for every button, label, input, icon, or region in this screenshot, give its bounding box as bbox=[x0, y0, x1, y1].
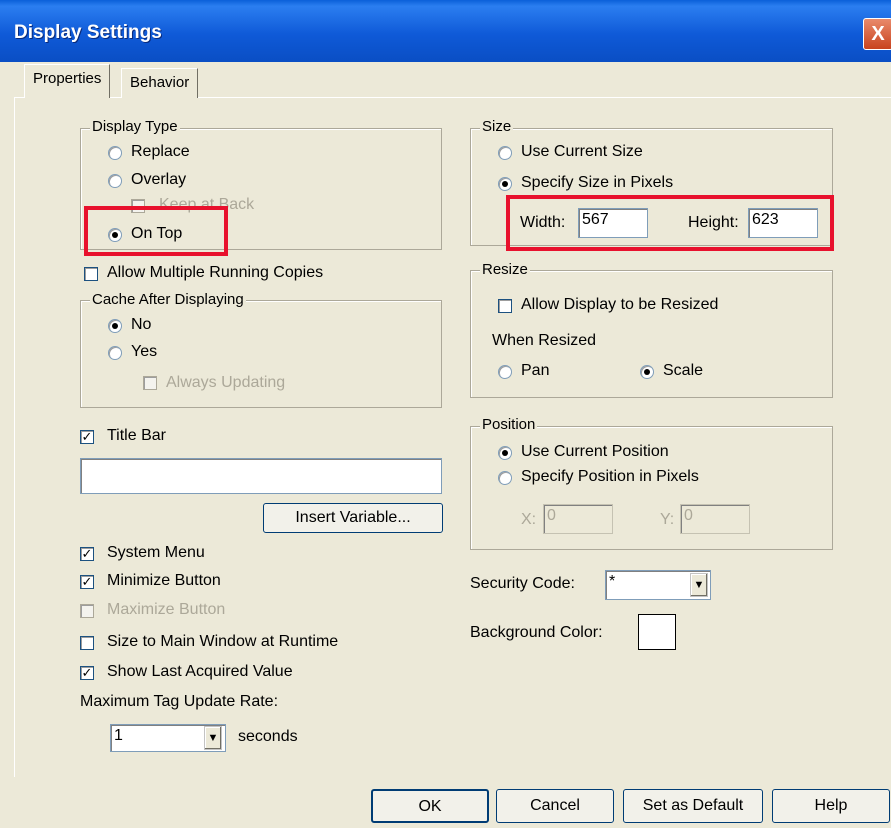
cache-no-label: No bbox=[131, 316, 152, 333]
size-to-main-checkbox[interactable] bbox=[80, 636, 94, 650]
close-button[interactable]: X bbox=[863, 18, 891, 50]
title-bar-checkbox[interactable]: ✓ bbox=[80, 430, 94, 444]
cancel-button[interactable]: Cancel bbox=[496, 789, 614, 823]
ok-button[interactable]: OK bbox=[371, 789, 489, 823]
security-code-value: * bbox=[609, 573, 616, 590]
x-label: X: bbox=[521, 511, 537, 528]
system-menu-label: System Menu bbox=[107, 544, 205, 561]
use-current-size-radio[interactable] bbox=[498, 146, 512, 160]
scale-label: Scale bbox=[663, 362, 704, 379]
cache-yes-label: Yes bbox=[131, 343, 158, 360]
minimize-button-checkbox[interactable]: ✓ bbox=[80, 575, 94, 589]
title-bar-label: Title Bar bbox=[107, 427, 166, 444]
highlight-size bbox=[506, 195, 834, 251]
allow-multiple-label: Allow Multiple Running Copies bbox=[107, 264, 324, 281]
scale-radio[interactable] bbox=[640, 365, 654, 379]
allow-multiple-checkbox[interactable] bbox=[84, 267, 98, 281]
specify-position-radio[interactable] bbox=[498, 471, 512, 485]
use-current-position-label: Use Current Position bbox=[521, 443, 669, 460]
allow-resize-label: Allow Display to be Resized bbox=[521, 296, 719, 313]
position-legend: Position bbox=[480, 416, 538, 433]
help-button[interactable]: Help bbox=[772, 789, 890, 823]
specify-size-radio[interactable] bbox=[498, 177, 512, 191]
size-legend: Size bbox=[480, 118, 514, 135]
cache-no-radio[interactable] bbox=[108, 319, 122, 333]
close-icon: X bbox=[871, 23, 885, 45]
minimize-button-label: Minimize Button bbox=[107, 572, 221, 589]
tab-behavior[interactable]: Behavior bbox=[121, 68, 199, 98]
set-default-button[interactable]: Set as Default bbox=[623, 789, 763, 823]
replace-label: Replace bbox=[131, 143, 190, 160]
y-input: 0 bbox=[680, 504, 750, 534]
always-updating-checkbox bbox=[143, 376, 157, 390]
background-color-label: Background Color: bbox=[470, 624, 603, 641]
update-rate-label: Maximum Tag Update Rate: bbox=[80, 693, 279, 710]
overlay-label: Overlay bbox=[131, 171, 187, 188]
resize-legend: Resize bbox=[480, 261, 530, 278]
cache-legend: Cache After Displaying bbox=[90, 291, 246, 308]
allow-resize-checkbox[interactable] bbox=[498, 299, 512, 313]
pan-radio[interactable] bbox=[498, 365, 512, 379]
y-label: Y: bbox=[660, 511, 675, 528]
update-rate-dropdown-icon[interactable]: ▼ bbox=[204, 726, 222, 750]
show-last-value-label: Show Last Acquired Value bbox=[107, 663, 293, 680]
highlight-on-top bbox=[84, 206, 228, 256]
window-title: Display Settings bbox=[14, 22, 162, 43]
show-last-value-checkbox[interactable]: ✓ bbox=[80, 666, 94, 680]
specify-size-label: Specify Size in Pixels bbox=[521, 174, 674, 191]
insert-variable-button[interactable]: Insert Variable... bbox=[263, 503, 443, 533]
system-menu-checkbox[interactable]: ✓ bbox=[80, 547, 94, 561]
replace-radio[interactable] bbox=[108, 146, 122, 160]
update-rate-unit: seconds bbox=[238, 728, 298, 745]
update-rate-value: 1 bbox=[114, 727, 123, 744]
pan-label: Pan bbox=[521, 362, 550, 379]
use-current-size-label: Use Current Size bbox=[521, 143, 643, 160]
security-code-dropdown-icon[interactable]: ▼ bbox=[690, 573, 708, 597]
tab-properties[interactable]: Properties bbox=[24, 64, 111, 98]
always-updating-label: Always Updating bbox=[166, 374, 286, 391]
use-current-position-radio[interactable] bbox=[498, 446, 512, 460]
size-to-main-label: Size to Main Window at Runtime bbox=[107, 633, 339, 650]
when-resized-label: When Resized bbox=[492, 332, 597, 349]
overlay-radio[interactable] bbox=[108, 174, 122, 188]
cache-yes-radio[interactable] bbox=[108, 346, 122, 360]
security-code-label: Security Code: bbox=[470, 575, 575, 592]
maximize-button-label: Maximize Button bbox=[107, 601, 226, 618]
display-type-legend: Display Type bbox=[90, 118, 180, 135]
background-color-swatch[interactable] bbox=[638, 614, 676, 650]
specify-position-label: Specify Position in Pixels bbox=[521, 468, 699, 485]
maximize-button-checkbox bbox=[80, 604, 94, 618]
x-input: 0 bbox=[543, 504, 613, 534]
title-bar-input[interactable] bbox=[80, 458, 442, 494]
